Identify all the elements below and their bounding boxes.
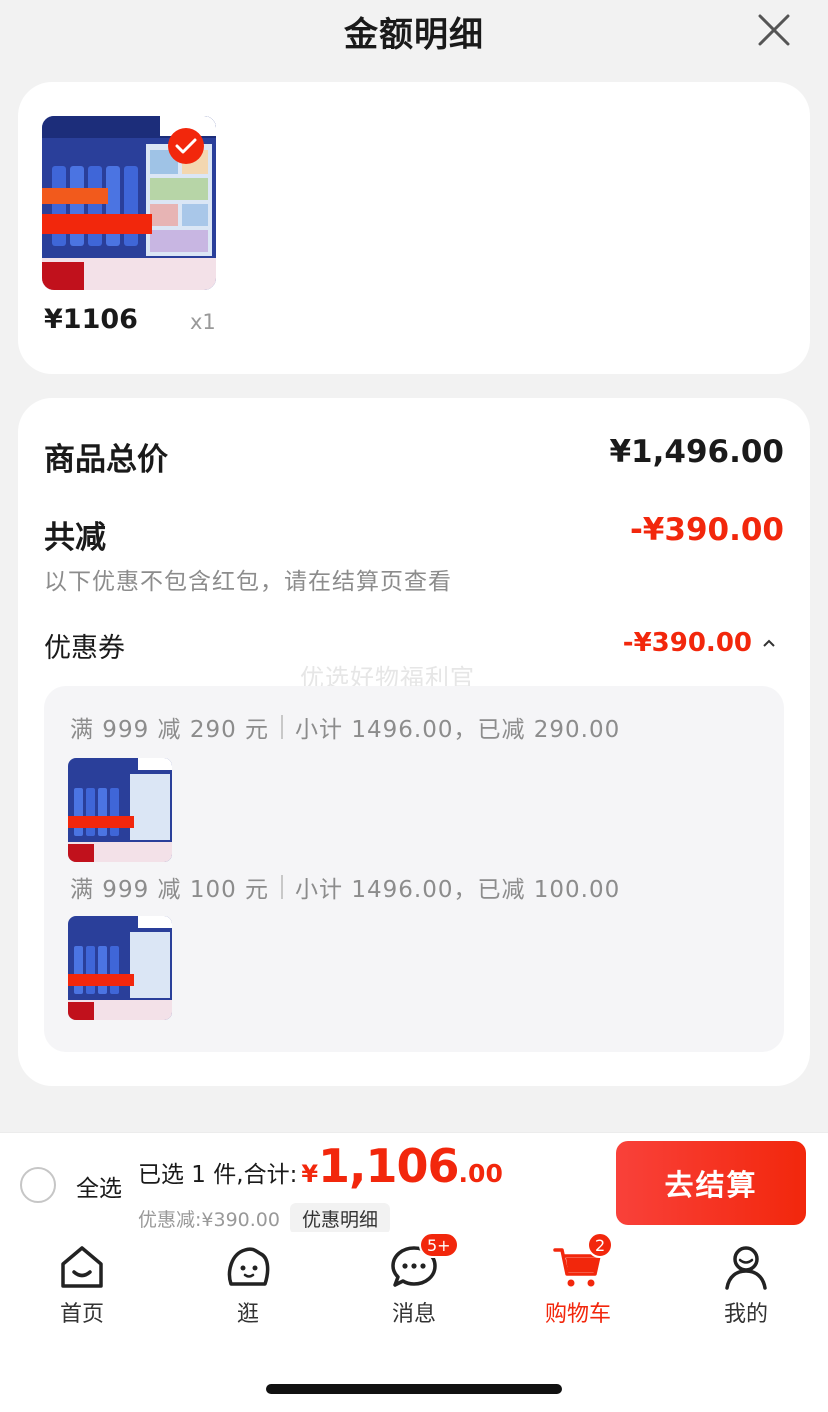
coupon-detail: 小计 1496.00，已减 100.00	[295, 877, 621, 903]
divider	[281, 715, 284, 739]
reduce-label: 共减	[44, 520, 106, 556]
coupon-toggle[interactable]: -¥390.00	[623, 628, 776, 658]
coupon-value: -¥390.00	[622, 628, 752, 658]
total-price-value: ¥1,496.00	[609, 434, 784, 470]
tab-label: 我的	[723, 1302, 768, 1327]
message-badge: 5+	[419, 1232, 459, 1258]
summary-card: 商品总价 ¥1,496.00 共减 -¥390.00 以下优惠不包含红包，请在结…	[18, 398, 810, 1086]
header: 金额明细	[0, 0, 828, 62]
select-all-label[interactable]: 全选	[76, 1169, 122, 1203]
selected-summary: 已选 1 件,合计: ¥ 1,106 .00	[138, 1139, 503, 1193]
discount-detail-button[interactable]: 优惠明细	[289, 1203, 390, 1234]
product-card: ¥1106 x1	[18, 82, 810, 374]
tab-label: 消息	[391, 1302, 436, 1327]
discount-note: 以下优惠不包含红包，请在结算页查看	[44, 569, 452, 595]
checkout-button[interactable]: 去结算	[616, 1141, 806, 1225]
checkout-bar: 全选 已选 1 件,合计: ¥ 1,106 .00 优惠减:¥390.00 优惠…	[0, 1132, 828, 1234]
coupon-line-1: 满 999 减 290 元 小计 1496.00，已减 290.00	[70, 710, 620, 744]
coupon-product-thumbnail	[68, 916, 172, 1020]
total-price-label: 商品总价	[44, 442, 168, 478]
product-quantity: x1	[190, 310, 216, 334]
tab-home[interactable]: 首页	[22, 1242, 142, 1328]
tab-cart[interactable]: 2 购物车	[518, 1232, 638, 1328]
coupon-product-thumbnail	[68, 758, 172, 862]
coupon-rule: 满 999 减 290 元	[70, 717, 270, 743]
tab-label: 购物车	[544, 1302, 611, 1327]
select-all-radio[interactable]	[20, 1167, 56, 1203]
cart-badge: 2	[587, 1232, 614, 1258]
selected-check-icon[interactable]	[168, 128, 204, 164]
coupon-rule: 满 999 减 100 元	[70, 877, 270, 903]
home-icon	[57, 1242, 107, 1292]
tab-label: 首页	[59, 1302, 104, 1327]
page-title: 金额明细	[344, 14, 484, 55]
reduce-value: -¥390.00	[629, 512, 784, 548]
home-indicator[interactable]	[266, 1384, 562, 1394]
browse-icon	[223, 1242, 273, 1292]
tab-profile[interactable]: 我的	[686, 1242, 806, 1328]
currency-symbol: ¥	[301, 1160, 319, 1188]
divider	[281, 875, 284, 899]
message-icon: 5+	[389, 1232, 459, 1292]
tab-label: 逛	[236, 1302, 259, 1327]
coupon-detail-box: 满 999 减 290 元 小计 1496.00，已减 290.00 满 999…	[44, 686, 784, 1052]
coupon-label: 优惠券	[44, 633, 125, 664]
total-amount: 1,106	[318, 1139, 460, 1193]
coupon-detail: 小计 1496.00，已减 290.00	[295, 717, 621, 743]
profile-icon	[721, 1242, 771, 1292]
selected-count-label: 已选 1 件,合计:	[138, 1162, 298, 1188]
coupon-line-2: 满 999 减 100 元 小计 1496.00，已减 100.00	[70, 870, 620, 904]
discount-amount: 优惠减:¥390.00	[138, 1209, 280, 1231]
product-price: ¥1106	[44, 304, 138, 335]
tab-messages[interactable]: 5+ 消息	[354, 1232, 474, 1328]
discount-line: 优惠减:¥390.00 优惠明细	[138, 1203, 390, 1234]
close-icon[interactable]	[756, 12, 792, 48]
cart-icon: 2	[553, 1232, 614, 1292]
chevron-up-icon	[763, 639, 775, 647]
tab-browse[interactable]: 逛	[188, 1242, 308, 1328]
total-amount-decimal: .00	[458, 1159, 503, 1188]
